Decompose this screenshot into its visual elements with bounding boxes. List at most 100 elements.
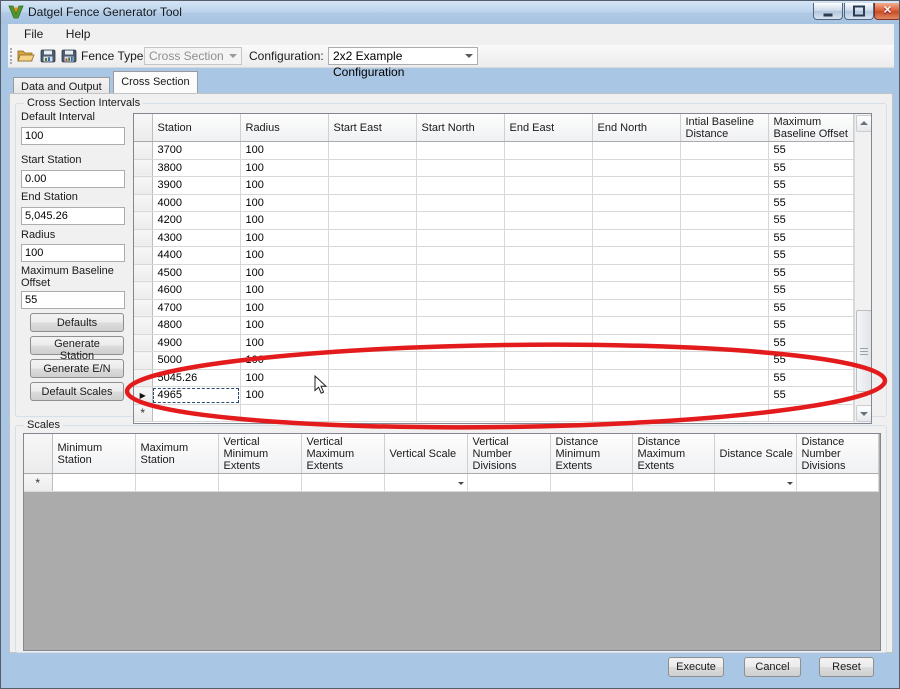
start-station-input[interactable] — [21, 170, 125, 188]
cell-empty[interactable] — [416, 404, 504, 422]
cell-empty[interactable] — [592, 404, 680, 422]
menu-help[interactable]: Help — [57, 24, 100, 44]
cell-station[interactable]: 3900 — [152, 177, 240, 195]
save-icon[interactable] — [39, 47, 57, 65]
cell-radius[interactable]: 100 — [240, 264, 328, 282]
cell-empty[interactable] — [152, 404, 240, 422]
cell-end-east[interactable] — [504, 264, 592, 282]
row-header[interactable] — [134, 229, 152, 247]
grid-column-header[interactable]: Maximum Baseline Offset — [768, 114, 853, 142]
cell-radius[interactable]: 100 — [240, 247, 328, 265]
cell-end-east[interactable] — [504, 352, 592, 370]
cell-end-north[interactable] — [592, 194, 680, 212]
row-header[interactable] — [134, 334, 152, 352]
row-header[interactable] — [134, 177, 152, 195]
cell-end-north[interactable] — [592, 142, 680, 160]
toolbar-grip[interactable] — [10, 48, 15, 64]
scales-column-header[interactable]: Maximum Station — [135, 434, 218, 474]
cell-start-north[interactable] — [416, 334, 504, 352]
cell-station[interactable]: 4600 — [152, 282, 240, 300]
cell-initial-baseline-distance[interactable] — [680, 387, 768, 405]
cell-empty[interactable] — [504, 404, 592, 422]
generate-en-button[interactable]: Generate E/N — [30, 359, 124, 378]
grid-column-header[interactable]: Start North — [416, 114, 504, 142]
cell-start-east[interactable] — [328, 334, 416, 352]
cell-max-baseline-offset[interactable]: 55 — [768, 177, 853, 195]
cell-start-north[interactable] — [416, 352, 504, 370]
cell-start-east[interactable] — [328, 299, 416, 317]
cell-start-north[interactable] — [416, 317, 504, 335]
cell-max-baseline-offset[interactable]: 55 — [768, 369, 853, 387]
cell-end-east[interactable] — [504, 212, 592, 230]
cell-station[interactable]: 4900 — [152, 334, 240, 352]
scales-column-header[interactable]: Vertical Maximum Extents — [301, 434, 384, 474]
fence-type-combo[interactable]: Cross Section — [144, 47, 242, 65]
scales-cell[interactable] — [714, 474, 796, 492]
maximize-button[interactable] — [844, 3, 874, 20]
cell-radius[interactable]: 100 — [240, 387, 328, 405]
cell-end-east[interactable] — [504, 369, 592, 387]
scales-cell[interactable] — [301, 474, 384, 492]
cell-max-baseline-offset[interactable]: 55 — [768, 317, 853, 335]
cell-end-north[interactable] — [592, 352, 680, 370]
cell-radius[interactable]: 100 — [240, 282, 328, 300]
cell-initial-baseline-distance[interactable] — [680, 317, 768, 335]
scales-cell[interactable] — [52, 474, 135, 492]
cell-start-east[interactable] — [328, 387, 416, 405]
cell-initial-baseline-distance[interactable] — [680, 299, 768, 317]
grid-column-header[interactable]: End East — [504, 114, 592, 142]
dropdown-arrow-icon[interactable] — [783, 476, 796, 490]
cell-end-east[interactable] — [504, 387, 592, 405]
cell-station[interactable]: 4965 — [152, 387, 240, 405]
cell-start-east[interactable] — [328, 229, 416, 247]
cell-initial-baseline-distance[interactable] — [680, 229, 768, 247]
scales-grid-corner[interactable] — [24, 434, 52, 474]
defaults-button[interactable]: Defaults — [30, 313, 124, 332]
cell-station[interactable]: 5000 — [152, 352, 240, 370]
cell-end-north[interactable] — [592, 282, 680, 300]
row-header[interactable] — [134, 317, 152, 335]
cell-radius[interactable]: 100 — [240, 229, 328, 247]
scales-cell[interactable] — [467, 474, 550, 492]
cell-start-east[interactable] — [328, 177, 416, 195]
cell-end-north[interactable] — [592, 247, 680, 265]
cell-empty[interactable] — [768, 404, 853, 422]
scales-column-header[interactable]: Vertical Scale — [384, 434, 467, 474]
scales-cell[interactable] — [384, 474, 467, 492]
cell-max-baseline-offset[interactable]: 55 — [768, 142, 853, 160]
cell-start-east[interactable] — [328, 194, 416, 212]
cell-start-north[interactable] — [416, 142, 504, 160]
cell-station[interactable]: 4700 — [152, 299, 240, 317]
cell-end-east[interactable] — [504, 229, 592, 247]
cell-initial-baseline-distance[interactable] — [680, 247, 768, 265]
cell-end-east[interactable] — [504, 334, 592, 352]
row-header[interactable] — [134, 247, 152, 265]
cell-end-north[interactable] — [592, 177, 680, 195]
cell-start-east[interactable] — [328, 159, 416, 177]
cell-end-east[interactable] — [504, 142, 592, 160]
cell-max-baseline-offset[interactable]: 55 — [768, 264, 853, 282]
minimize-button[interactable] — [813, 3, 843, 20]
row-header[interactable] — [134, 194, 152, 212]
cell-radius[interactable]: 100 — [240, 159, 328, 177]
cell-start-north[interactable] — [416, 264, 504, 282]
generate-station-button[interactable]: Generate Station — [30, 336, 124, 355]
grid-corner[interactable] — [134, 114, 152, 142]
cell-max-baseline-offset[interactable]: 55 — [768, 387, 853, 405]
cell-end-north[interactable] — [592, 334, 680, 352]
cell-end-east[interactable] — [504, 317, 592, 335]
scales-column-header[interactable]: Vertical Minimum Extents — [218, 434, 301, 474]
cell-start-north[interactable] — [416, 299, 504, 317]
cell-end-east[interactable] — [504, 282, 592, 300]
row-header[interactable] — [134, 352, 152, 370]
title-bar[interactable]: Datgel Fence Generator Tool ✕ — [1, 1, 899, 24]
cell-max-baseline-offset[interactable]: 55 — [768, 194, 853, 212]
scroll-down-button[interactable] — [856, 405, 872, 422]
cell-start-north[interactable] — [416, 177, 504, 195]
scales-cell[interactable] — [796, 474, 878, 492]
cell-radius[interactable]: 100 — [240, 194, 328, 212]
cell-max-baseline-offset[interactable]: 55 — [768, 334, 853, 352]
scales-column-header[interactable]: Vertical Number Divisions — [467, 434, 550, 474]
cell-end-north[interactable] — [592, 159, 680, 177]
cell-station[interactable]: 3700 — [152, 142, 240, 160]
